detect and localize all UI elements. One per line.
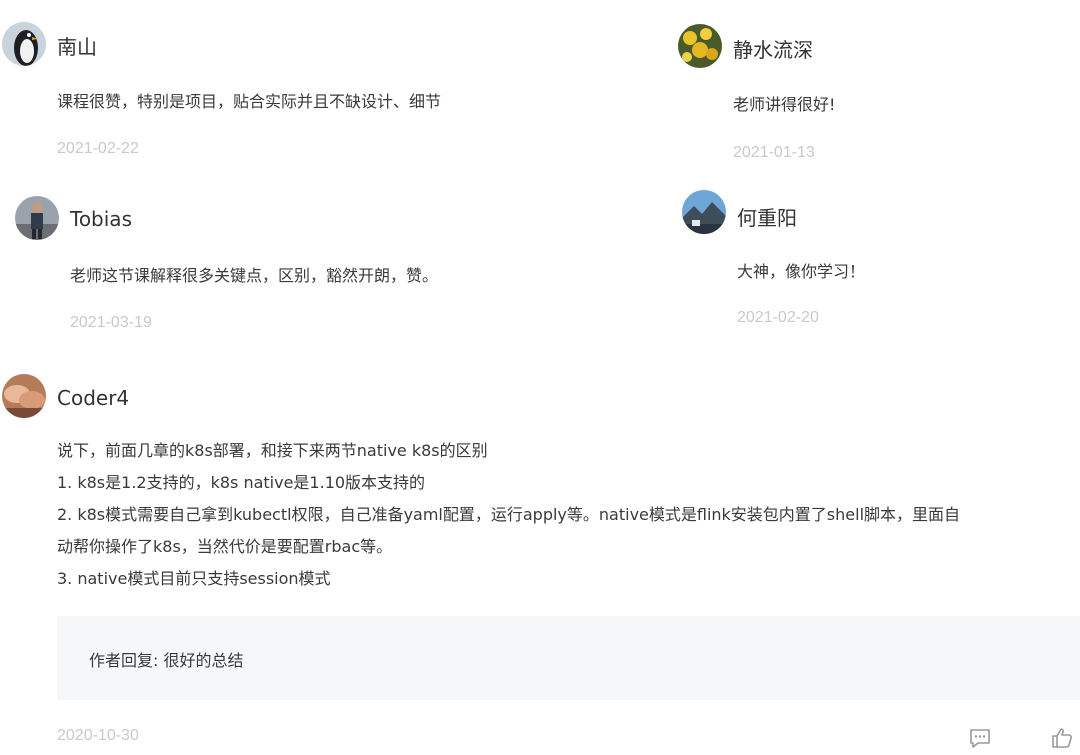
username[interactable]: Tobias (70, 207, 132, 231)
comment-date: 2021-02-22 (57, 140, 139, 157)
comment-line: 动帮你操作了k8s，当然代价是要配置rbac等。 (57, 537, 393, 556)
username[interactable]: 静水流深 (733, 34, 813, 63)
person-photo-avatar-icon[interactable] (15, 196, 59, 240)
comment-line: 说下，前面几章的k8s部署，和接下来两节native k8s的区别 (57, 441, 488, 460)
comment-item: 静水流深 老师讲得很好! 2021-01-13 (678, 24, 978, 174)
thumbs-up-icon[interactable] (1050, 726, 1074, 750)
comment-line: 2. k8s模式需要自己拿到kubectl权限，自己准备yaml配置，运行app… (57, 505, 961, 524)
comment-date: 2021-02-20 (737, 309, 819, 326)
author-reply-text: 作者回复: 很好的总结 (89, 651, 244, 670)
comment-body: 说下，前面几章的k8s部署，和接下来两节native k8s的区别 1. k8s… (57, 435, 960, 595)
mountain-landscape-avatar-icon[interactable] (682, 190, 726, 234)
comment-date: 2020-10-30 (57, 727, 139, 744)
comment-line: 1. k8s是1.2支持的，k8s native是1.10版本支持的 (57, 473, 426, 492)
penguin-avatar-icon[interactable] (2, 22, 46, 66)
username[interactable]: 何重阳 (737, 202, 797, 231)
username[interactable]: Coder4 (57, 386, 129, 410)
comment-line: 3. native模式目前只支持session模式 (57, 569, 331, 588)
comment-item: 何重阳 大神，像你学习！ 2021-02-20 (682, 190, 982, 340)
comment-item: 南山 课程很赞，特别是项目，贴合实际并且不缺设计、细节 2021-02-22 (2, 22, 562, 172)
comment-text: 大神，像你学习！ (737, 262, 866, 281)
comment-text: 老师这节课解释很多关键点，区别，豁然开朗，赞。 (70, 266, 439, 285)
comment-text: 课程很赞，特别是项目，贴合实际并且不缺设计、细节 (57, 92, 442, 111)
yellow-flowers-avatar-icon[interactable] (678, 24, 722, 68)
comment-item: Tobias 老师这节课解释很多关键点，区别，豁然开朗，赞。 2021-03-1… (15, 196, 575, 346)
author-reply-box: 作者回复: 很好的总结 (57, 616, 1080, 700)
username[interactable]: 南山 (57, 31, 97, 60)
comment-date: 2021-01-13 (733, 144, 815, 161)
comment-icon[interactable] (968, 727, 992, 751)
comment-text: 老师讲得很好! (733, 95, 836, 114)
hands-photo-avatar-icon[interactable] (2, 374, 46, 418)
comment-date: 2021-03-19 (70, 314, 152, 331)
